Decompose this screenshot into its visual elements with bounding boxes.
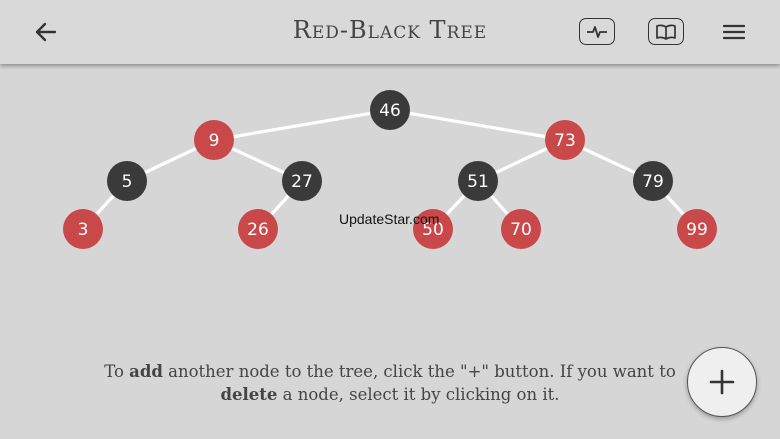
node-label: 9 [209,131,220,151]
menu-button[interactable] [720,20,748,44]
node-label: 79 [642,172,664,192]
hamburger-menu-icon [723,24,745,40]
delete-keyword: delete [220,385,278,404]
tree-node-46[interactable]: 46 [370,90,410,130]
tree-node-99[interactable]: 99 [677,209,717,249]
watermark: UpdateStar.com [339,211,440,227]
node-label: 70 [510,220,532,240]
node-label: 27 [291,172,313,192]
tree-node-26[interactable]: 26 [238,209,278,249]
node-label: 46 [379,101,401,121]
node-label: 3 [78,220,89,240]
tree-node-5[interactable]: 5 [107,161,147,201]
tree-node-3[interactable]: 3 [63,209,103,249]
pulse-icon [587,25,607,38]
node-label: 51 [467,172,489,192]
tree-canvas: 469 735 27 51 793 26 50 70 99 [63,90,717,249]
instructions-text: To add another node to the tree, click t… [104,362,676,404]
tree-node-79[interactable]: 79 [633,161,673,201]
book-button[interactable] [648,18,684,45]
node-label: 73 [554,131,576,151]
tree-node-27[interactable]: 27 [282,161,322,201]
tree-node-73[interactable]: 73 [545,120,585,160]
node-label: 26 [247,220,269,240]
tree-node-9[interactable]: 9 [194,120,234,160]
add-node-button[interactable] [687,347,757,417]
tree-node-51[interactable]: 51 [458,161,498,201]
stats-button[interactable] [579,18,615,45]
node-label: 5 [122,172,133,192]
add-keyword: add [129,362,163,381]
plus-icon [709,369,735,395]
book-icon [656,23,676,40]
tree-edge [389,108,566,142]
node-label: 99 [686,220,708,240]
tree-node-70[interactable]: 70 [501,209,541,249]
tree-edge [213,108,391,142]
app-bar: Red-Black Tree [0,0,780,64]
